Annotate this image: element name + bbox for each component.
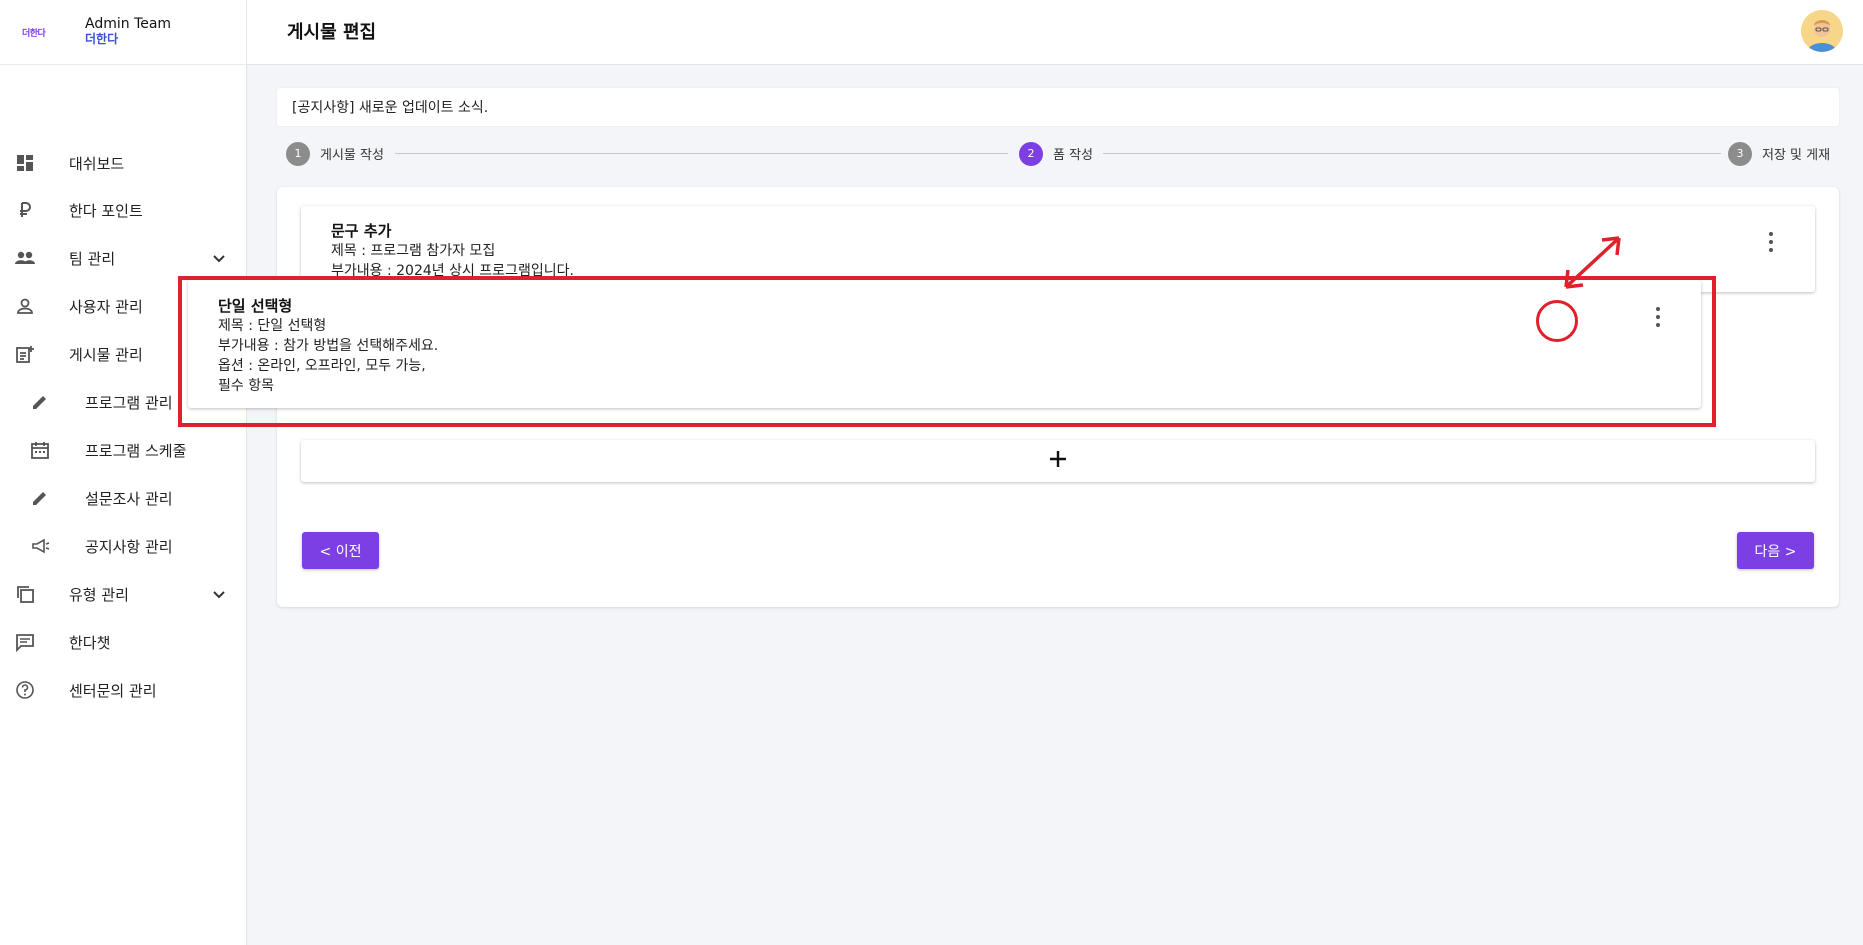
step-number: 3 xyxy=(1728,141,1752,166)
person-icon xyxy=(14,295,36,317)
sidebar-item-label: 대쉬보드 xyxy=(69,154,125,173)
step-label: 폼 작성 xyxy=(1053,148,1094,163)
sidebar-item-label: 팀 관리 xyxy=(69,249,116,268)
sidebar-item-inquiry[interactable]: 센터문의 관리 xyxy=(0,666,247,714)
annotation-drag-arrow-icon xyxy=(1564,236,1621,289)
sidebar-item-label: 게시물 관리 xyxy=(69,345,143,364)
chat-icon xyxy=(14,631,36,653)
plus-icon xyxy=(1048,449,1068,473)
sidebar-item-label: 프로그램 관리 xyxy=(85,393,173,412)
next-button[interactable]: 다음 > xyxy=(1737,532,1814,569)
step-3: 3 저장 및 게재 xyxy=(1728,141,1830,166)
sidebar-item-label: 센터문의 관리 xyxy=(69,681,157,700)
step-number: 1 xyxy=(286,141,310,166)
copy-icon xyxy=(14,583,36,605)
sidebar-item-types[interactable]: 유형 관리 xyxy=(0,570,247,618)
svg-text:더한다: 더한다 xyxy=(22,27,47,39)
more-vert-icon[interactable] xyxy=(1768,232,1774,252)
help-icon xyxy=(14,679,36,701)
pencil-icon xyxy=(29,487,51,509)
sidebar-item-dashboard[interactable]: 대쉬보드 xyxy=(0,139,247,187)
chevron-down-icon[interactable] xyxy=(211,250,227,266)
sidebar-item-label: 유형 관리 xyxy=(69,585,129,604)
brand-header[interactable]: 더한다 Admin Team 더한다 xyxy=(0,0,246,65)
post-add-icon xyxy=(14,343,36,365)
prev-button[interactable]: < 이전 xyxy=(302,532,379,569)
sidebar-item-label: 한다챗 xyxy=(69,633,111,652)
item-subject: 제목 : 프로그램 참가자 모집 xyxy=(331,243,496,259)
sidebar-item-survey[interactable]: 설문조사 관리 xyxy=(0,474,247,522)
step-label: 게시물 작성 xyxy=(320,148,384,163)
step-1: 1 게시물 작성 xyxy=(286,141,384,166)
megaphone-icon xyxy=(29,535,51,557)
sidebar-item-schedule[interactable]: 프로그램 스케줄 xyxy=(0,426,247,474)
sidebar-item-label: 공지사항 관리 xyxy=(85,537,173,556)
page-title: 게시물 편집 xyxy=(287,22,377,43)
sidebar-item-handa-point[interactable]: 한다 포인트 xyxy=(0,186,247,234)
sidebar-item-chat[interactable]: 한다챗 xyxy=(0,618,247,666)
sidebar-item-label: 설문조사 관리 xyxy=(85,489,173,508)
pencil-icon xyxy=(29,391,51,413)
annotation-highlight-box xyxy=(178,276,1716,427)
avatar[interactable] xyxy=(1801,10,1843,52)
sidebar: 더한다 Admin Team 더한다 대쉬보드 한다 포인트 팀 관리 사용자 … xyxy=(0,0,247,945)
stepper: 1 게시물 작성 2 폼 작성 3 저장 및 게재 xyxy=(286,141,1832,166)
ruble-icon xyxy=(14,199,36,221)
step-connector xyxy=(395,153,1008,154)
item-title: 문구 추가 xyxy=(331,222,392,240)
sidebar-item-label: 한다 포인트 xyxy=(69,201,143,220)
notice-text: [공지사항] 새로운 업데이트 소식. xyxy=(292,100,489,116)
calendar-icon xyxy=(29,439,51,461)
brand-subtitle: 더한다 xyxy=(85,32,119,46)
sidebar-item-team[interactable]: 팀 관리 xyxy=(0,234,247,282)
group-icon xyxy=(14,247,36,269)
sidebar-item-label: 프로그램 스케줄 xyxy=(85,441,187,460)
dashboard-icon xyxy=(14,152,36,174)
sidebar-item-notice[interactable]: 공지사항 관리 xyxy=(0,522,247,570)
annotation-click-circle xyxy=(1536,300,1578,342)
step-2: 2 폼 작성 xyxy=(1019,141,1093,166)
top-header: 게시물 편집 xyxy=(247,0,1863,65)
sidebar-item-label: 사용자 관리 xyxy=(69,297,143,316)
brand-title: Admin Team xyxy=(85,16,172,32)
add-item-button[interactable] xyxy=(301,440,1815,482)
step-connector xyxy=(1103,153,1721,154)
chevron-down-icon[interactable] xyxy=(211,586,227,602)
step-number: 2 xyxy=(1019,141,1043,166)
step-label: 저장 및 게재 xyxy=(1762,148,1831,163)
notice-bar[interactable]: [공지사항] 새로운 업데이트 소식. xyxy=(277,88,1839,126)
brand-logo: 더한다 xyxy=(22,22,60,42)
